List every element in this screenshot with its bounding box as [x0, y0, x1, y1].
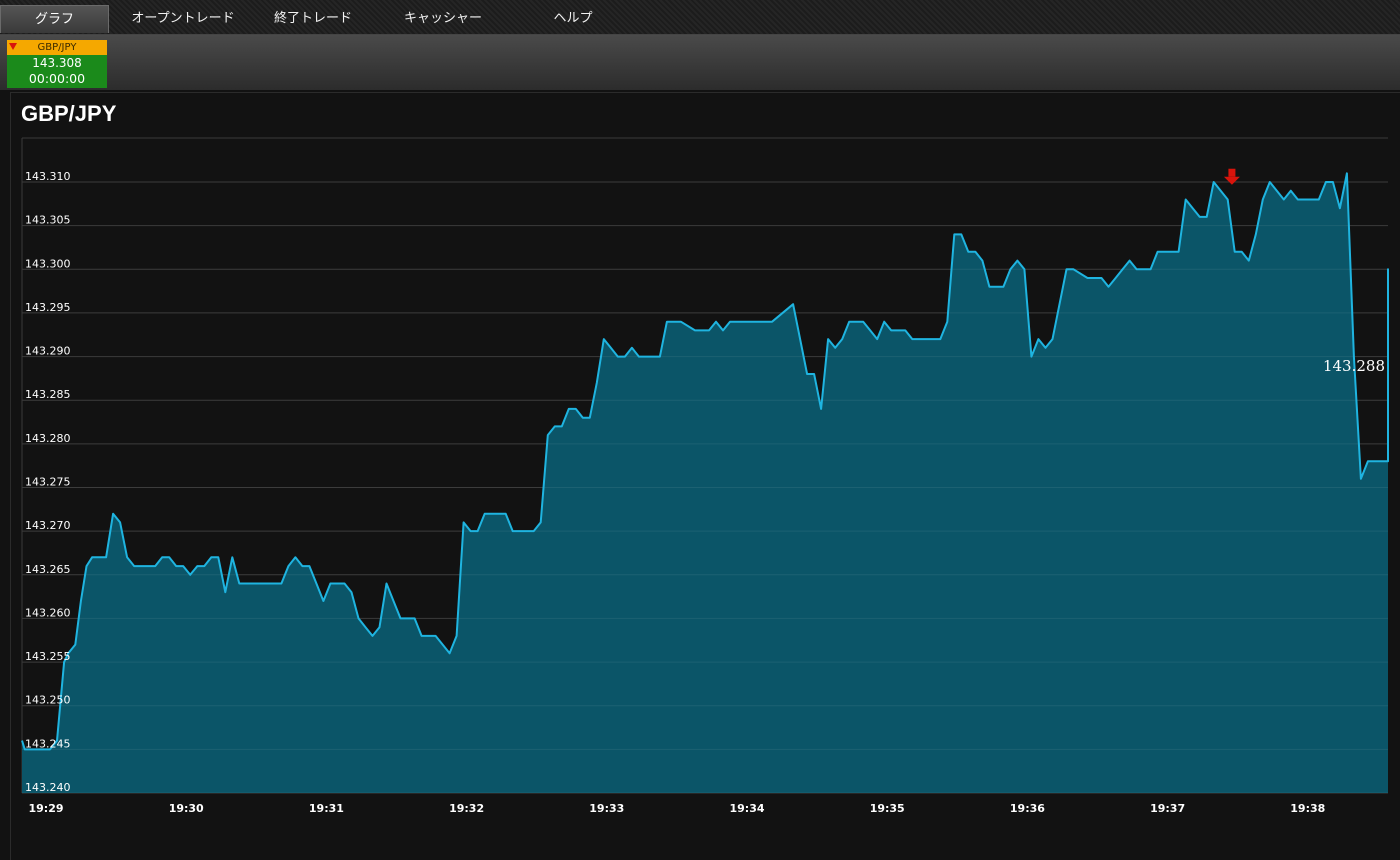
y-tick-label: 143.285: [25, 388, 71, 401]
x-axis: 19:29 19:30 19:31 19:32 19:33 19:34 19:35 19:36…: [28, 802, 1325, 815]
x-tick-label: 19:32: [449, 802, 484, 815]
x-tick-label: 19:34: [729, 802, 764, 815]
y-tick-label: 143.275: [25, 476, 71, 489]
x-tick-label: 19:36: [1010, 802, 1045, 815]
y-tick-label: 143.260: [25, 606, 71, 619]
x-tick-label: 19:31: [309, 802, 344, 815]
x-tick-label: 19:35: [870, 802, 905, 815]
y-tick-label: 143.300: [25, 257, 71, 270]
current-price-label: 143.288: [1323, 357, 1385, 375]
y-tick-label: 143.280: [25, 432, 71, 445]
x-tick-label: 19:30: [169, 802, 204, 815]
y-tick-label: 143.310: [25, 170, 71, 183]
x-tick-label: 19:37: [1150, 802, 1185, 815]
x-tick-label: 19:33: [589, 802, 624, 815]
y-tick-label: 143.245: [25, 737, 71, 750]
price-area-fill: [22, 173, 1388, 794]
y-tick-label: 143.305: [25, 214, 71, 227]
y-tick-label: 143.240: [25, 781, 71, 794]
y-tick-label: 143.270: [25, 519, 71, 532]
y-axis: 143.240 143.245 143.250 143.255 143.260 143.2…: [25, 170, 71, 794]
y-tick-label: 143.255: [25, 650, 71, 663]
x-tick-label: 19:38: [1290, 802, 1325, 815]
y-tick-label: 143.250: [25, 694, 71, 707]
y-tick-label: 143.265: [25, 563, 71, 576]
y-tick-label: 143.295: [25, 301, 71, 314]
y-tick-label: 143.290: [25, 345, 71, 358]
price-chart[interactable]: 143.240 143.245 143.250 143.255 143.260 143.2…: [0, 0, 1400, 859]
x-tick-label: 19:29: [28, 802, 63, 815]
chart-area: [21, 172, 1389, 794]
